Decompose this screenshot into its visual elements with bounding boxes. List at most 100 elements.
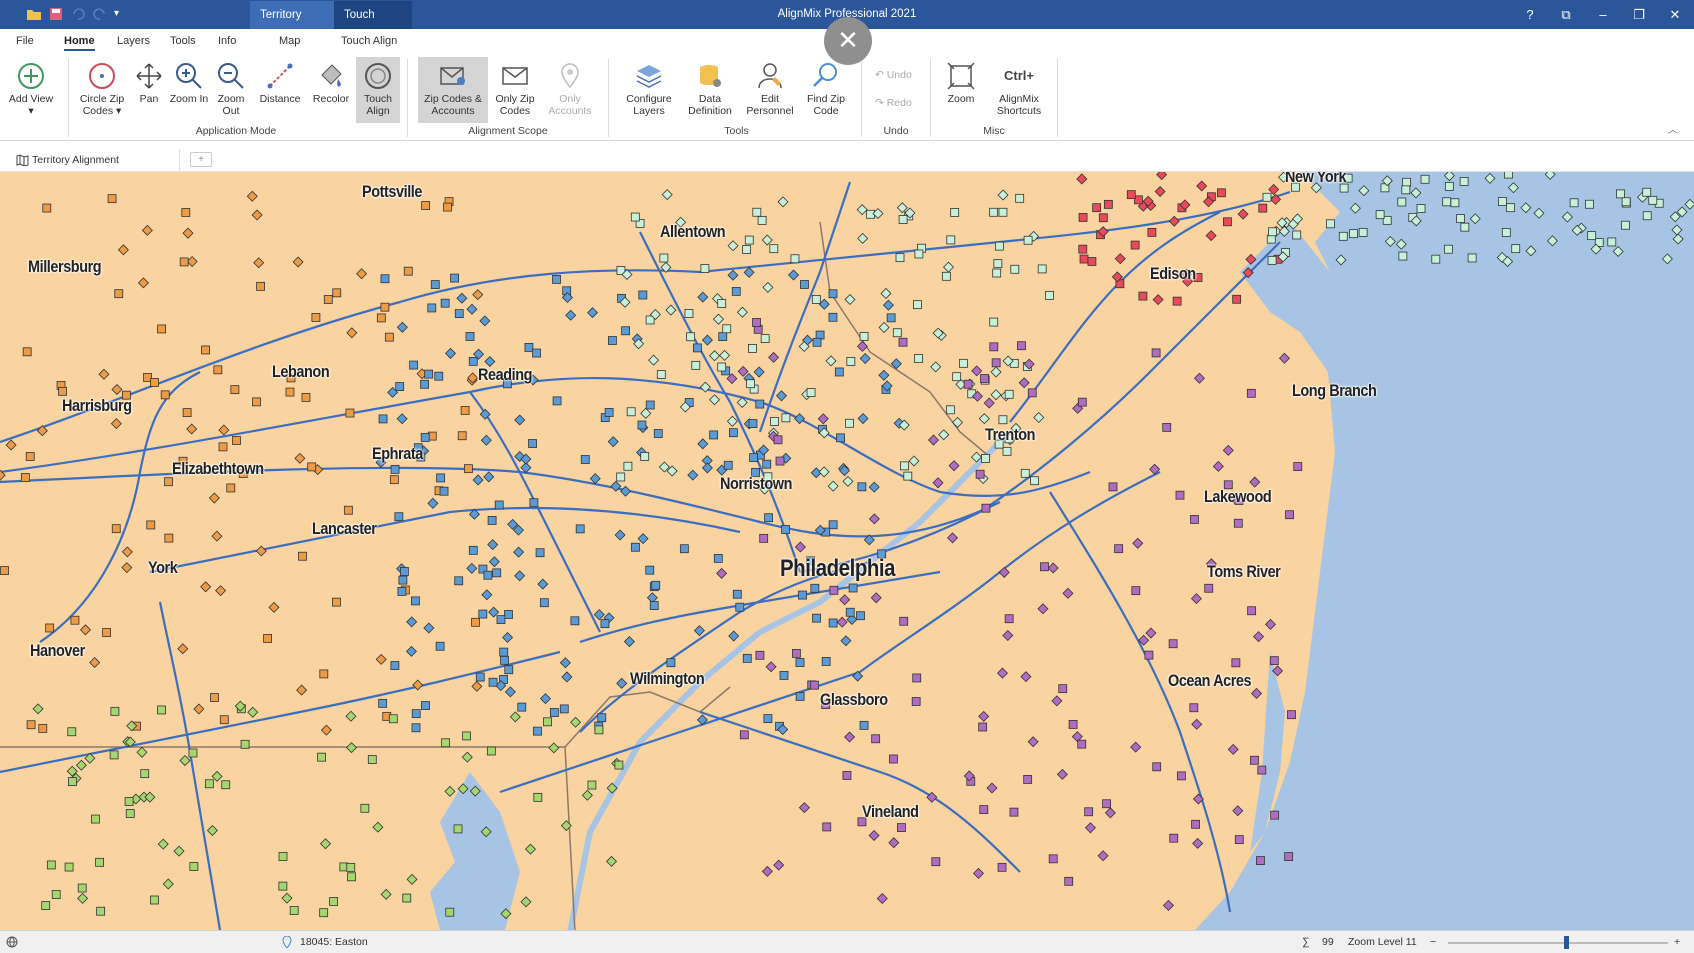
zip-marker	[941, 271, 951, 281]
zip-marker	[157, 324, 166, 334]
data-definition-button[interactable]: Data Definition	[682, 57, 738, 123]
help-button[interactable]: ?	[1512, 0, 1548, 29]
ruler-icon	[267, 63, 293, 89]
zoom-extent-button[interactable]: Zoom	[938, 57, 984, 123]
status-bar: 18045: Easton ∑ 99 Zoom Level 11 − +	[0, 930, 1694, 953]
zoom-in-label: Zoom In	[169, 93, 209, 105]
find-zip-code-button[interactable]: Find Zip Code	[800, 57, 852, 123]
zip-marker	[1217, 188, 1226, 198]
touch-align-button[interactable]: Touch Align	[356, 57, 400, 123]
tab-home[interactable]: Home	[64, 35, 95, 51]
zip-marker	[640, 452, 650, 461]
zip-marker	[1401, 185, 1411, 195]
territory-map[interactable]: Pottsville Allentown New York Millersburg Ed…	[0, 172, 1694, 930]
zip-marker	[150, 895, 159, 905]
zip-marker	[1087, 257, 1097, 266]
zip-marker	[631, 542, 640, 552]
add-view-button[interactable]: Add View ▾	[7, 57, 55, 123]
save-icon[interactable]	[48, 6, 64, 22]
zoom-out-status-button[interactable]: −	[1430, 936, 1436, 948]
zip-marker	[959, 358, 968, 368]
tab-info[interactable]: Info	[218, 35, 236, 47]
zip-marker	[42, 203, 52, 213]
circle-zip-codes-button[interactable]: Circle Zip Codes ▾	[78, 57, 126, 123]
context-tab-territory-map[interactable]: Territory Map	[250, 1, 334, 49]
recolor-label: Recolor	[312, 93, 350, 105]
redo-qat-icon[interactable]	[92, 6, 108, 22]
zoom-slider-thumb[interactable]	[1564, 936, 1569, 949]
only-accounts-button[interactable]: Only Accounts	[546, 57, 594, 123]
zip-marker	[1250, 755, 1259, 765]
zip-marker	[1048, 854, 1058, 864]
zip-marker	[465, 332, 475, 341]
zip-marker	[600, 619, 610, 629]
distance-button[interactable]: Distance	[255, 57, 305, 123]
zip-marker	[653, 429, 663, 438]
recolor-button[interactable]: Recolor	[307, 57, 355, 123]
zoom-in-status-button[interactable]: +	[1674, 936, 1680, 948]
touch-align-icon	[365, 63, 391, 89]
map-canvas[interactable]	[0, 172, 1694, 930]
zip-marker	[829, 585, 839, 595]
zip-marker	[389, 475, 399, 485]
zip-marker	[529, 498, 539, 508]
tab-map[interactable]: Map	[279, 35, 300, 47]
alignmix-shortcuts-button[interactable]: Ctrl+ AlignMix Shortcuts	[989, 57, 1049, 123]
zip-marker	[559, 704, 569, 714]
only-zip-codes-button[interactable]: Only Zip Codes	[490, 57, 540, 123]
zip-marker	[424, 369, 434, 379]
zip-codes-and-accounts-button[interactable]: Zip Codes & Accounts	[418, 57, 488, 123]
ribbon-display-options-button[interactable]: ⧉	[1548, 0, 1584, 29]
record-count: 99	[1322, 936, 1334, 948]
open-folder-icon[interactable]	[26, 6, 42, 22]
tab-tools[interactable]: Tools	[170, 35, 196, 47]
zip-marker	[980, 374, 989, 383]
zip-marker	[1017, 341, 1026, 351]
restore-button[interactable]: ❐	[1621, 0, 1657, 29]
city-label: York	[148, 558, 178, 577]
zoom-in-button[interactable]: Zoom In	[166, 57, 212, 123]
zip-marker	[781, 413, 791, 423]
zip-marker	[1045, 290, 1054, 300]
redo-button[interactable]: ↷ Redo	[875, 97, 912, 109]
tab-file[interactable]: File	[16, 35, 34, 47]
pan-label: Pan	[139, 93, 159, 105]
close-window-button[interactable]: ✕	[1657, 0, 1693, 29]
zip-marker	[218, 442, 228, 452]
new-tab-button[interactable]: +	[190, 152, 212, 167]
zip-marker	[124, 797, 134, 806]
undo-qat-icon[interactable]	[70, 6, 86, 22]
zip-marker	[110, 706, 120, 716]
zip-marker	[931, 857, 941, 867]
zip-marker	[109, 750, 119, 760]
tab-territory-alignment[interactable]: Territory Alignment	[10, 149, 180, 171]
undo-button[interactable]: ↶ Undo	[875, 69, 912, 81]
city-label: Lakewood	[1204, 487, 1272, 506]
zip-marker	[749, 453, 759, 463]
zip-marker	[950, 208, 960, 217]
zip-marker	[822, 822, 832, 832]
city-label: Philadelphia	[780, 555, 896, 582]
zip-marker	[989, 342, 999, 352]
zip-marker	[398, 575, 408, 585]
customize-qat-icon[interactable]: ▾	[114, 6, 130, 22]
configure-layers-button[interactable]: Configure Layers	[621, 57, 677, 123]
tab-layers[interactable]: Layers	[117, 35, 150, 47]
zip-marker	[402, 893, 412, 903]
tab-touch-align[interactable]: Touch Align	[341, 35, 397, 47]
edit-personnel-button[interactable]: Edit Personnel	[743, 57, 797, 123]
zoom-slider-track[interactable]	[1448, 942, 1668, 944]
zip-marker	[179, 257, 189, 267]
zip-marker	[1501, 228, 1511, 237]
add-view-label: Add View ▾	[8, 93, 54, 117]
zip-marker	[67, 727, 77, 737]
zip-marker	[517, 702, 527, 712]
context-tab-touch-align[interactable]: Touch Align	[334, 1, 412, 49]
collapse-ribbon-icon[interactable]: ︿	[1668, 121, 1678, 136]
zip-marker	[621, 326, 631, 336]
close-overlay-button[interactable]: ✕	[824, 17, 872, 65]
zip-marker	[367, 755, 377, 764]
minimize-button[interactable]: –	[1585, 0, 1621, 29]
zip-marker	[842, 771, 852, 780]
zoom-out-button[interactable]: Zoom Out	[208, 57, 254, 123]
